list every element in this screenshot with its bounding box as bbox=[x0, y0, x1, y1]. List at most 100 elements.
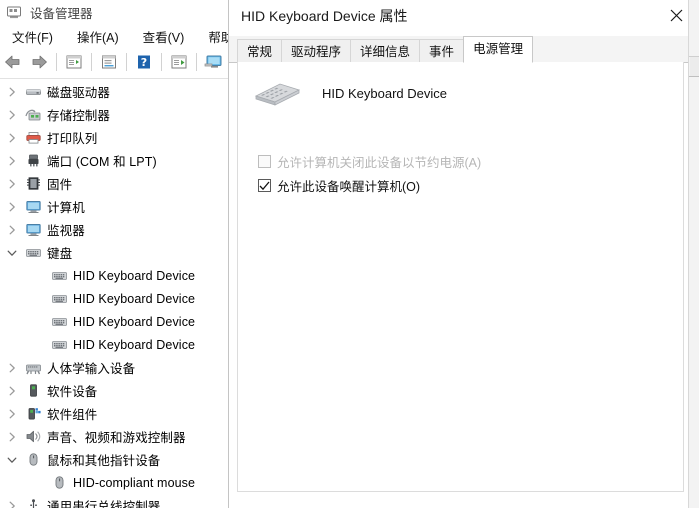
menu-action[interactable]: 操作(A) bbox=[65, 25, 131, 48]
chevron-right-icon[interactable] bbox=[6, 109, 18, 121]
chevron-down-icon[interactable] bbox=[6, 454, 18, 466]
chevron-right-icon[interactable] bbox=[6, 408, 18, 420]
tab-general[interactable]: 常规 bbox=[237, 39, 283, 63]
tab-driver[interactable]: 驱动程序 bbox=[281, 39, 352, 63]
tab-strip: 常规 驱动程序 详细信息 事件 电源管理 bbox=[229, 36, 699, 63]
keyboard-icon bbox=[50, 314, 68, 330]
tree-item-label: 计算机 bbox=[47, 201, 85, 215]
svg-text:?: ? bbox=[141, 56, 147, 69]
tree-item[interactable]: 存储控制器 bbox=[0, 103, 232, 126]
device-manager-title: 设备管理器 bbox=[30, 6, 93, 21]
tree-item[interactable]: 打印队列 bbox=[0, 126, 232, 149]
tree-item[interactable]: 计算机 bbox=[0, 195, 232, 218]
mouse-icon bbox=[50, 475, 68, 491]
tree-item-label: HID Keyboard Device bbox=[73, 314, 196, 329]
tree-item-label: 打印队列 bbox=[47, 132, 98, 146]
chevron-right-icon[interactable] bbox=[6, 500, 18, 508]
chevron-right-icon[interactable] bbox=[6, 86, 18, 98]
menu-bar: 文件(F) 操作(A) 查看(V) 帮助(H) bbox=[0, 25, 263, 47]
tree-item-label: HID Keyboard Device bbox=[73, 268, 196, 283]
tree-item-label: 端口 (COM 和 LPT) bbox=[47, 155, 157, 169]
chevron-right-icon[interactable] bbox=[6, 385, 18, 397]
keyboard-icon bbox=[252, 76, 302, 110]
properties-icon[interactable] bbox=[97, 51, 121, 73]
chevron-right-icon[interactable] bbox=[6, 362, 18, 374]
chevron-down-icon[interactable] bbox=[6, 247, 18, 259]
tree-item-label: HID Keyboard Device bbox=[73, 291, 196, 306]
dialog-content: HID Keyboard Device 允许计算机关闭此设备以节约电源(A) 允… bbox=[237, 62, 684, 492]
chevron-right-icon[interactable] bbox=[6, 431, 18, 443]
tree-item-label: 固件 bbox=[47, 178, 73, 192]
keyboard-icon bbox=[50, 291, 68, 307]
tree-item[interactable]: 鼠标和其他指针设备 bbox=[0, 448, 232, 471]
dialog-titlebar: HID Keyboard Device 属性 bbox=[229, 0, 699, 34]
help-icon[interactable]: ? bbox=[132, 51, 156, 73]
checkbox-label: 允许此设备唤醒计算机(O) bbox=[277, 180, 421, 194]
hid-icon bbox=[24, 360, 42, 376]
tree-item[interactable]: 监视器 bbox=[0, 218, 232, 241]
tree-item[interactable]: 软件组件 bbox=[0, 402, 232, 425]
tree-item[interactable]: 声音、视频和游戏控制器 bbox=[0, 425, 232, 448]
menu-view[interactable]: 查看(V) bbox=[131, 25, 197, 48]
tree-item-label: 监视器 bbox=[47, 224, 85, 238]
toolbar-separator bbox=[91, 53, 92, 71]
chevron-right-icon[interactable] bbox=[6, 201, 18, 213]
usb-icon bbox=[24, 498, 42, 508]
properties-dialog: HID Keyboard Device 属性 常规 驱动程序 详细信息 事件 电源管理 bbox=[228, 0, 699, 508]
device-manager-icon bbox=[6, 4, 22, 20]
tree-item[interactable]: 固件 bbox=[0, 172, 232, 195]
computer-icon bbox=[24, 199, 42, 215]
tree-item[interactable]: HID-compliant mouse bbox=[0, 471, 232, 494]
tree-item[interactable]: HID Keyboard Device bbox=[0, 333, 232, 356]
back-icon[interactable] bbox=[1, 51, 25, 73]
monitor-icon bbox=[24, 222, 42, 238]
vertical-scrollbar[interactable] bbox=[688, 0, 699, 508]
show-hide-console-tree-icon[interactable] bbox=[62, 51, 86, 73]
tree-item[interactable]: 人体学输入设备 bbox=[0, 356, 232, 379]
port-icon bbox=[24, 153, 42, 169]
screen: 设备管理器 文件(F) 操作(A) 查看(V) 帮助(H) bbox=[0, 0, 699, 508]
dialog-device-name: HID Keyboard Device bbox=[322, 85, 447, 101]
software-device-icon bbox=[24, 383, 42, 399]
allow-computer-turn-off-device-checkbox[interactable]: 允许计算机关闭此设备以节约电源(A) bbox=[258, 152, 481, 171]
sound-icon bbox=[24, 429, 42, 445]
allow-device-wake-computer-checkbox[interactable]: 允许此设备唤醒计算机(O) bbox=[258, 176, 420, 195]
checkbox-box[interactable] bbox=[258, 179, 271, 192]
storage-controller-icon bbox=[24, 107, 42, 123]
toolbar-separator bbox=[196, 53, 197, 71]
tree-item[interactable]: 通用串行总线控制器 bbox=[0, 494, 232, 508]
tab-details[interactable]: 详细信息 bbox=[350, 39, 421, 63]
tree-item-label: 声音、视频和游戏控制器 bbox=[47, 431, 186, 445]
update-driver-icon[interactable] bbox=[202, 51, 226, 73]
chevron-right-icon[interactable] bbox=[6, 178, 18, 190]
tab-events[interactable]: 事件 bbox=[419, 39, 465, 63]
tab-power-management[interactable]: 电源管理 bbox=[463, 36, 534, 63]
keyboard-icon bbox=[50, 337, 68, 353]
scrollbar-track-line-bottom bbox=[689, 76, 699, 77]
scan-hardware-changes-icon[interactable] bbox=[167, 51, 191, 73]
tree-item[interactable]: 磁盘驱动器 bbox=[0, 80, 232, 103]
tree-item[interactable]: HID Keyboard Device bbox=[0, 310, 232, 333]
software-component-icon bbox=[24, 406, 42, 422]
scrollbar-thumb[interactable] bbox=[690, 57, 699, 76]
tree-item[interactable]: 软件设备 bbox=[0, 379, 232, 402]
chevron-right-icon[interactable] bbox=[6, 224, 18, 236]
tree-item[interactable]: 端口 (COM 和 LPT) bbox=[0, 149, 232, 172]
firmware-icon bbox=[24, 176, 42, 192]
keyboard-icon bbox=[24, 245, 42, 261]
keyboard-icon bbox=[50, 268, 68, 284]
tree-item[interactable]: HID Keyboard Device bbox=[0, 264, 232, 287]
tree-item-label: 软件组件 bbox=[47, 408, 98, 422]
chevron-right-icon[interactable] bbox=[6, 155, 18, 167]
forward-icon[interactable] bbox=[27, 51, 51, 73]
mouse-icon bbox=[24, 452, 42, 468]
menu-file[interactable]: 文件(F) bbox=[0, 25, 65, 48]
tree-item-label: HID-compliant mouse bbox=[73, 475, 196, 490]
tree-item[interactable]: HID Keyboard Device bbox=[0, 287, 232, 310]
checkbox-box[interactable] bbox=[258, 155, 271, 168]
tree-item-label: 软件设备 bbox=[47, 385, 98, 399]
tree-item-label: 通用串行总线控制器 bbox=[47, 500, 161, 508]
tree-item[interactable]: 键盘 bbox=[0, 241, 232, 264]
device-tree[interactable]: 磁盘驱动器 存储控制器打印队列端口 (COM 和 LPT) 固件计算机监视器键盘 HI… bbox=[0, 80, 232, 508]
chevron-right-icon[interactable] bbox=[6, 132, 18, 144]
